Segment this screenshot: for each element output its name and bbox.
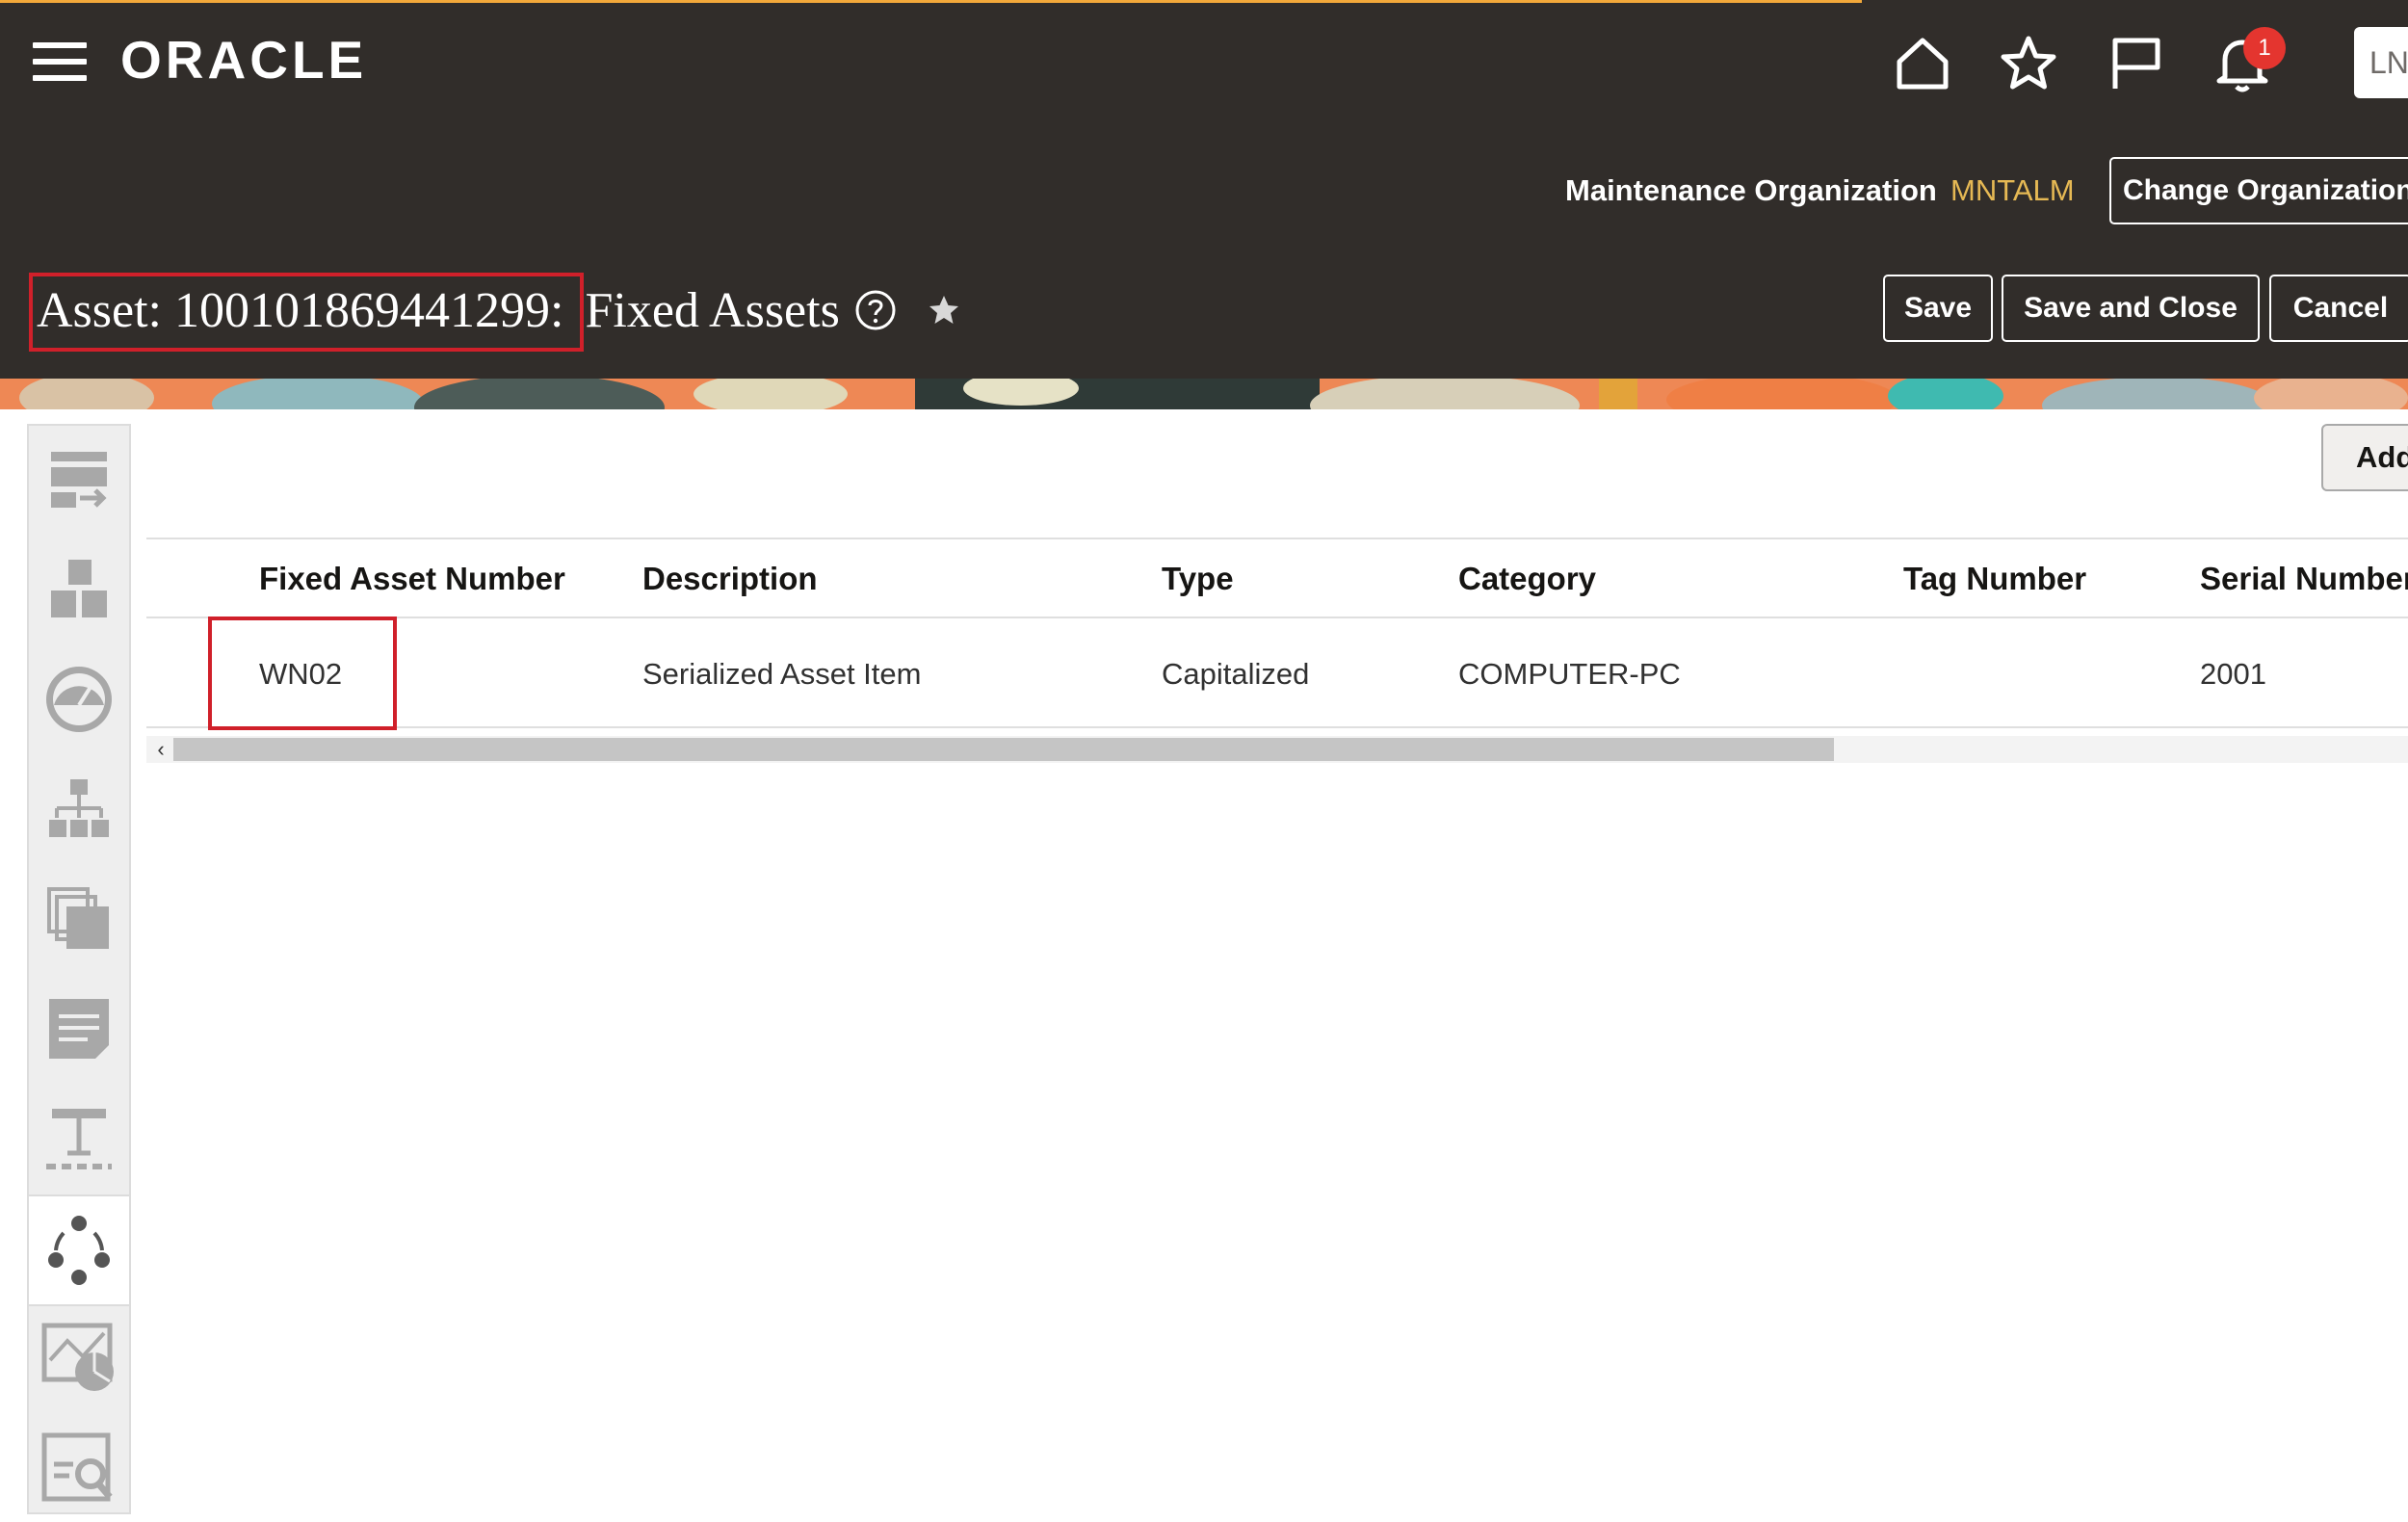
- map-report-icon: [41, 1323, 114, 1391]
- scroll-left-arrow-icon[interactable]: ‹: [150, 736, 171, 763]
- flag-icon[interactable]: [2106, 33, 2167, 94]
- side-tab-fixed-assets[interactable]: [29, 1194, 129, 1306]
- side-navigation: [27, 424, 131, 1514]
- col-type[interactable]: Type: [1162, 561, 1234, 597]
- import-icon: [51, 452, 107, 508]
- notes-icon: [49, 999, 109, 1059]
- home-icon[interactable]: [1892, 33, 1953, 94]
- global-header: ORACLE 1 LN Maintenance Organization MNT…: [0, 0, 2408, 379]
- side-tab-notes[interactable]: [29, 975, 129, 1083]
- oracle-logo: ORACLE: [120, 30, 368, 90]
- side-tab-structure[interactable]: [29, 1085, 129, 1193]
- highlight-asset-number: [208, 617, 397, 730]
- highlight-asset-title: [29, 273, 584, 352]
- cell-description: Serialized Asset Item: [642, 657, 922, 691]
- org-value: MNTALM: [1950, 173, 2075, 207]
- hamburger-icon[interactable]: [33, 42, 87, 83]
- col-description[interactable]: Description: [642, 561, 818, 597]
- user-avatar[interactable]: LN: [2354, 27, 2408, 98]
- decorative-banner: [0, 379, 2408, 409]
- scrollbar-thumb[interactable]: [173, 738, 1834, 761]
- col-fixed-asset-number[interactable]: Fixed Asset Number: [259, 561, 565, 597]
- side-tab-import[interactable]: [29, 426, 129, 534]
- table-header-border: [146, 617, 2408, 618]
- star-icon[interactable]: [1998, 33, 2059, 94]
- side-tab-search-report[interactable]: [29, 1414, 129, 1522]
- col-category[interactable]: Category: [1458, 561, 1596, 597]
- hierarchy-icon: [49, 779, 109, 837]
- col-serial-number[interactable]: Serial Number: [2200, 561, 2408, 597]
- side-tab-blocks[interactable]: [29, 536, 129, 643]
- side-tab-map-report[interactable]: [29, 1304, 129, 1412]
- search-report-icon: [41, 1432, 113, 1502]
- table-top-border: [146, 538, 2408, 539]
- gauge-icon: [46, 667, 112, 732]
- org-label: Maintenance Organization: [1565, 173, 1937, 207]
- structure-icon: [46, 1109, 112, 1169]
- side-tab-gauge[interactable]: [29, 645, 129, 753]
- cancel-button[interactable]: Cancel: [2269, 275, 2408, 342]
- notification-badge: 1: [2243, 27, 2286, 69]
- section-title: Fixed Assets: [585, 282, 840, 338]
- loading-accent-bar: [0, 0, 1862, 3]
- save-and-close-button[interactable]: Save and Close: [2002, 275, 2260, 342]
- documents-icon: [47, 887, 109, 949]
- cycle-icon: [48, 1216, 110, 1285]
- blocks-icon: [51, 560, 107, 617]
- table-row-border: [146, 726, 2408, 728]
- add-button[interactable]: Add: [2321, 424, 2408, 491]
- col-tag-number[interactable]: Tag Number: [1903, 561, 2086, 597]
- save-button[interactable]: Save: [1883, 275, 1993, 342]
- side-tab-documents[interactable]: [29, 865, 129, 973]
- cell-type: Capitalized: [1162, 657, 1310, 691]
- change-organization-button[interactable]: Change Organization: [2109, 157, 2408, 224]
- help-icon[interactable]: [853, 288, 898, 332]
- star-filled-icon[interactable]: [927, 293, 961, 328]
- cell-category: COMPUTER-PC: [1458, 657, 1681, 691]
- side-tab-hierarchy[interactable]: [29, 755, 129, 863]
- cell-serial-number: 2001: [2200, 657, 2266, 691]
